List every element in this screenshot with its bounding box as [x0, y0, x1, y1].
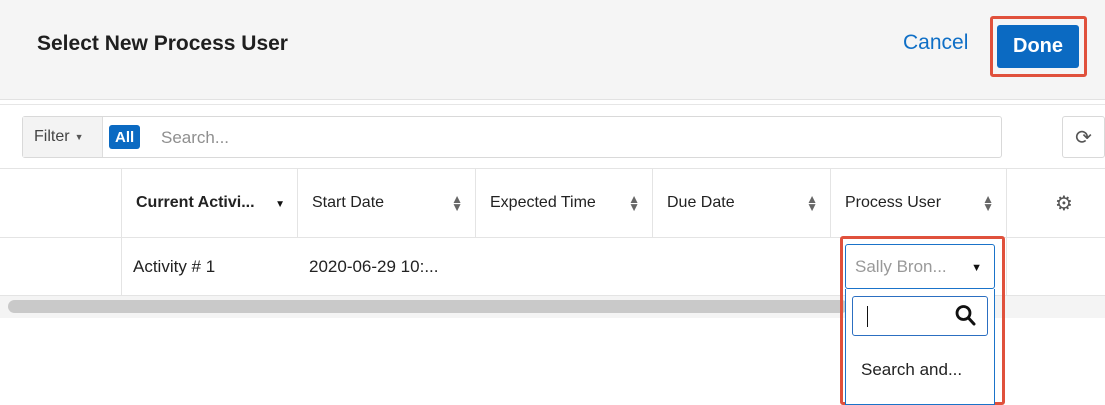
done-button[interactable]: Done: [997, 25, 1079, 68]
cancel-button[interactable]: Cancel: [903, 31, 968, 55]
sort-icon: ▲ ▼: [806, 192, 818, 214]
search-input[interactable]: Search...: [161, 128, 229, 148]
column-header-process-user[interactable]: Process User ▲ ▼: [830, 169, 1006, 237]
column-label: Process User: [845, 194, 942, 211]
column-header-start-date[interactable]: Start Date ▲ ▼: [297, 169, 475, 237]
cell-activity: Activity # 1: [133, 256, 216, 276]
filter-all-pill[interactable]: All: [109, 125, 141, 149]
column-label: Expected Time: [490, 194, 596, 211]
column-label: Current Activi...: [136, 194, 255, 211]
table-header: Current Activi... ▼ Start Date ▲ ▼ Expect…: [0, 168, 1105, 238]
column-header-current-activity[interactable]: Current Activi... ▼: [121, 169, 297, 237]
column-label: Start Date: [312, 194, 385, 211]
process-user-select[interactable]: Sally Bron... ▼: [845, 244, 995, 289]
search-icon: [955, 305, 976, 326]
sort-desc-icon: ▼: [275, 199, 285, 210]
cell-due-date: [652, 238, 830, 295]
dropdown-option-search-and-select[interactable]: Search and...: [861, 360, 962, 380]
page-title: Select New Process User: [37, 32, 288, 55]
refresh-button[interactable]: ⟳: [1062, 116, 1105, 158]
process-user-value: Sally Bron...: [855, 256, 947, 276]
text-cursor: [867, 306, 868, 327]
column-label: Due Date: [667, 194, 735, 211]
cell-divider: [1006, 238, 1007, 295]
refresh-icon: ⟳: [1075, 126, 1092, 149]
horizontal-scrollbar[interactable]: [8, 300, 848, 313]
modal-header: Select New Process User Cancel Done: [0, 0, 1105, 100]
dropdown-search-input[interactable]: [852, 296, 988, 336]
filter-dropdown[interactable]: Filter ▼: [23, 117, 103, 157]
sort-icon: ▲ ▼: [628, 192, 640, 214]
filter-bar: Filter ▼ All Search...: [22, 116, 1002, 158]
divider: [0, 104, 1105, 105]
column-header-due-date[interactable]: Due Date ▲ ▼: [652, 169, 830, 237]
column-settings[interactable]: ⚙: [1006, 169, 1105, 237]
sort-icon: ▲ ▼: [982, 192, 994, 214]
gear-icon: ⚙: [1055, 193, 1073, 215]
caret-down-icon: ▼: [74, 132, 84, 142]
column-header-expected-time[interactable]: Expected Time ▲ ▼: [475, 169, 652, 237]
sort-icon: ▲ ▼: [451, 192, 463, 214]
filter-label: Filter: [34, 128, 70, 145]
cell-start-date: 2020-06-29 10:...: [309, 256, 439, 276]
caret-down-icon: ▼: [971, 262, 982, 274]
cell-expected-time: [475, 238, 652, 295]
process-user-dropdown: Search and...: [845, 289, 995, 405]
